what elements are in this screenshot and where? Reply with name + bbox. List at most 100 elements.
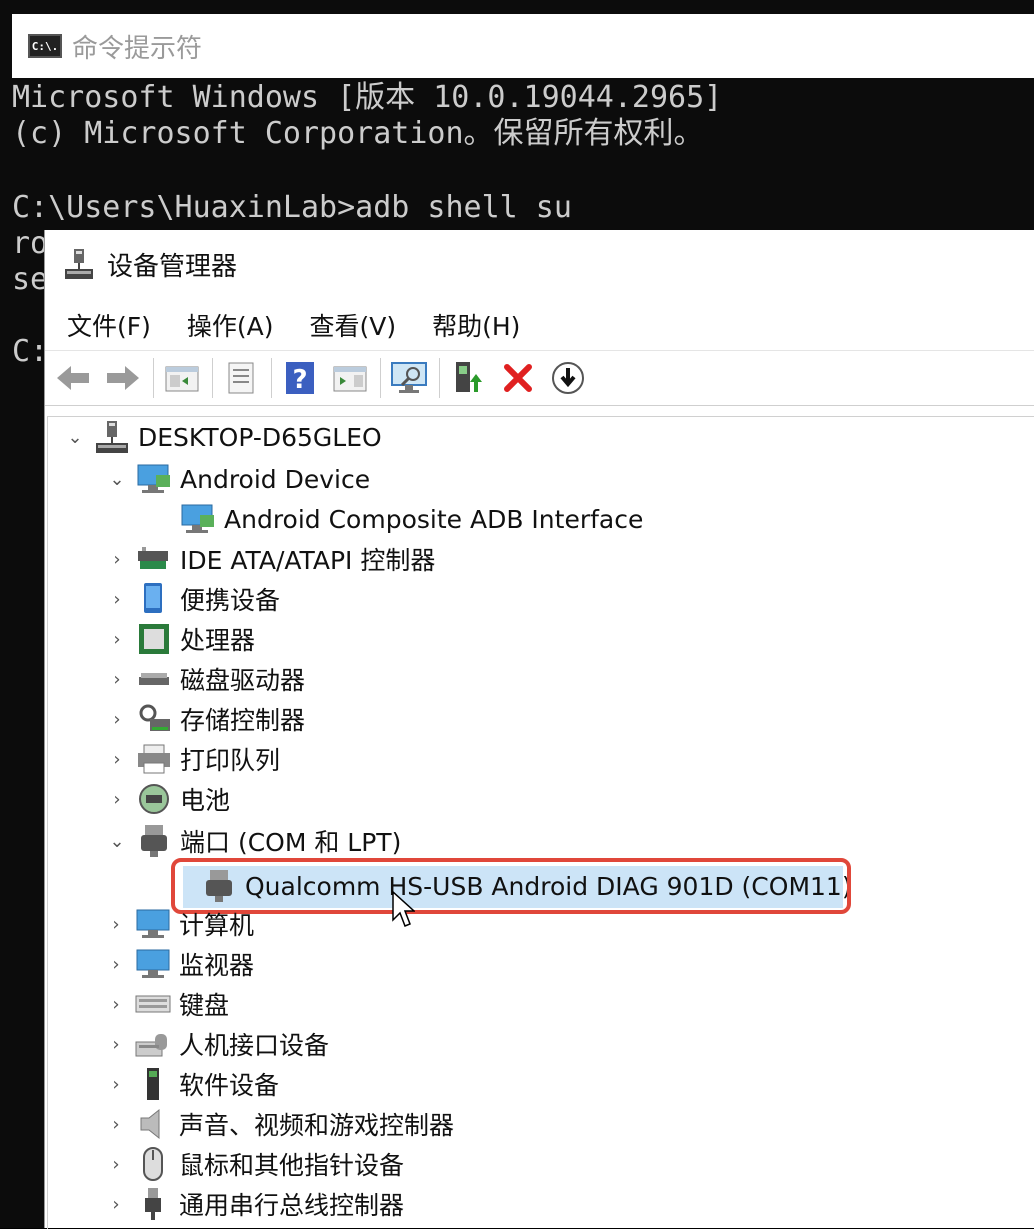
chevron-right-icon[interactable]: ›	[106, 788, 128, 810]
chevron-down-icon[interactable]: ⌄	[64, 426, 86, 448]
toolbar-separator	[212, 358, 213, 398]
chevron-right-icon[interactable]: ›	[105, 1113, 127, 1135]
printer-icon	[138, 744, 170, 774]
tree-item-processors[interactable]: › 处理器	[106, 619, 255, 659]
menu-file[interactable]: 文件(F)	[67, 307, 151, 343]
svg-text:?: ?	[292, 365, 307, 395]
menu-view[interactable]: 查看(V)	[310, 307, 397, 343]
tree-item-sound-video[interactable]: › 声音、视频和游戏控制器	[105, 1104, 454, 1144]
tree-item-computer[interactable]: › 计算机	[105, 904, 254, 944]
toolbar-separator	[271, 358, 272, 398]
properties-button[interactable]	[219, 356, 263, 400]
console-line: C:\Users\HuaxinLab>adb shell su	[12, 190, 572, 225]
back-arrow-icon	[57, 366, 89, 390]
console-line: Microsoft Windows [版本 10.0.19044.2965]	[12, 80, 723, 115]
tree-item-print-queues[interactable]: › 打印队列	[106, 739, 280, 779]
devmgr-toolbar: ?	[45, 350, 1034, 406]
disk-drive-icon	[139, 673, 169, 685]
cmd-app-icon: C:\.	[28, 34, 62, 58]
tree-item-portable-devices[interactable]: › 便携设备	[106, 579, 280, 619]
tree-item-storage-controllers[interactable]: › 存储控制器	[106, 699, 305, 739]
chevron-right-icon[interactable]: ›	[106, 708, 128, 730]
mouse-icon	[143, 1147, 163, 1181]
chevron-right-icon[interactable]: ›	[105, 1073, 127, 1095]
android-device-icon	[137, 464, 170, 493]
back-button[interactable]	[51, 356, 95, 400]
chevron-right-icon[interactable]: ›	[106, 548, 128, 570]
monitor-icon	[136, 949, 170, 978]
tree-item-ports[interactable]: ⌄ 端口 (COM 和 LPT)	[106, 821, 401, 861]
tree-item-label: 便携设备	[180, 586, 281, 615]
console-line: C:	[12, 334, 49, 369]
disable-device-icon	[552, 362, 584, 394]
tree-item-label: 端口 (COM 和 LPT)	[180, 828, 402, 857]
chevron-right-icon[interactable]: ›	[105, 1033, 127, 1055]
computer-icon	[96, 421, 128, 453]
tree-item-label: 磁盘驱动器	[180, 666, 306, 695]
show-hide-tree-button[interactable]	[160, 356, 204, 400]
tree-item-android-device[interactable]: ⌄ Android Device	[106, 459, 370, 499]
storage-controller-icon	[139, 704, 170, 731]
tree-item-label: 键盘	[179, 991, 230, 1020]
keyboard-icon	[135, 995, 171, 1013]
disable-device-button[interactable]	[546, 356, 590, 400]
chevron-right-icon[interactable]: ›	[106, 588, 128, 610]
mouse-cursor-icon	[392, 890, 415, 927]
toolbar-separator	[153, 358, 154, 398]
tree-item-ide-controller[interactable]: › IDE ATA/ATAPI 控制器	[106, 539, 435, 579]
forward-button[interactable]	[101, 356, 145, 400]
tree-item-usb-controllers[interactable]: › 通用串行总线控制器	[105, 1184, 404, 1224]
tree-item-keyboards[interactable]: › 键盘	[105, 984, 229, 1024]
tree-item-disk-drives[interactable]: › 磁盘驱动器	[106, 659, 305, 699]
devmgr-titlebar[interactable]: 设备管理器	[45, 230, 1034, 298]
chevron-right-icon[interactable]: ›	[106, 628, 128, 650]
speaker-icon	[140, 1108, 160, 1140]
tree-item-mice[interactable]: › 鼠标和其他指针设备	[105, 1144, 404, 1184]
tree-item-label: 电池	[180, 786, 231, 815]
hid-icon	[135, 1034, 167, 1057]
chevron-right-icon[interactable]: ›	[105, 953, 127, 975]
tree-item-label: IDE ATA/ATAPI 控制器	[180, 546, 436, 575]
update-driver-icon	[456, 362, 482, 392]
menu-help[interactable]: 帮助(H)	[432, 307, 520, 343]
scan-hardware-button[interactable]	[387, 356, 431, 400]
chevron-right-icon[interactable]: ›	[105, 993, 127, 1015]
tree-root-label: DESKTOP-D65GLEO	[138, 422, 382, 452]
no-chevron-spacer	[150, 508, 172, 530]
tree-item-batteries[interactable]: › 电池	[106, 779, 230, 819]
update-driver-button[interactable]	[446, 356, 490, 400]
help-button[interactable]: ?	[278, 356, 322, 400]
tree-item-label: 通用串行总线控制器	[179, 1191, 405, 1220]
forward-arrow-icon	[107, 366, 139, 390]
chevron-right-icon[interactable]: ›	[105, 913, 127, 935]
uninstall-device-icon	[504, 364, 532, 392]
chevron-right-icon[interactable]: ›	[105, 1153, 127, 1175]
uninstall-device-button[interactable]	[496, 356, 540, 400]
tree-item-label: 监视器	[179, 951, 255, 980]
console-line: se	[12, 262, 49, 297]
help-icon: ?	[286, 362, 314, 395]
scan-hardware-icon	[391, 362, 427, 393]
tree-item-label: 鼠标和其他指针设备	[179, 1151, 405, 1180]
tree-item-adb-interface[interactable]: Android Composite ADB Interface	[150, 499, 643, 539]
cmd-window-title: 命令提示符	[72, 33, 203, 64]
chevron-right-icon[interactable]: ›	[106, 748, 128, 770]
chevron-right-icon[interactable]: ›	[105, 1193, 127, 1215]
chevron-down-icon[interactable]: ⌄	[106, 468, 128, 490]
action-pane-button[interactable]	[328, 356, 372, 400]
tree-root[interactable]: ⌄ DESKTOP-D65GLEO	[64, 417, 382, 457]
console-line: ro	[12, 226, 49, 261]
cmd-titlebar[interactable]: C:\. 命令提示符	[12, 14, 1034, 78]
processor-icon	[139, 624, 169, 654]
show-hide-console-tree-icon	[165, 366, 199, 392]
tree-item-software-devices[interactable]: › 软件设备	[105, 1064, 279, 1104]
chevron-right-icon[interactable]: ›	[106, 668, 128, 690]
properties-icon	[228, 362, 254, 394]
tree-item-hid[interactable]: › 人机接口设备	[105, 1024, 329, 1064]
tree-item-monitors[interactable]: › 监视器	[105, 944, 254, 984]
chevron-down-icon[interactable]: ⌄	[106, 830, 128, 852]
toolbar-separator	[380, 358, 381, 398]
menu-action[interactable]: 操作(A)	[187, 307, 274, 343]
port-connector-icon	[141, 825, 167, 857]
battery-icon	[139, 784, 169, 814]
